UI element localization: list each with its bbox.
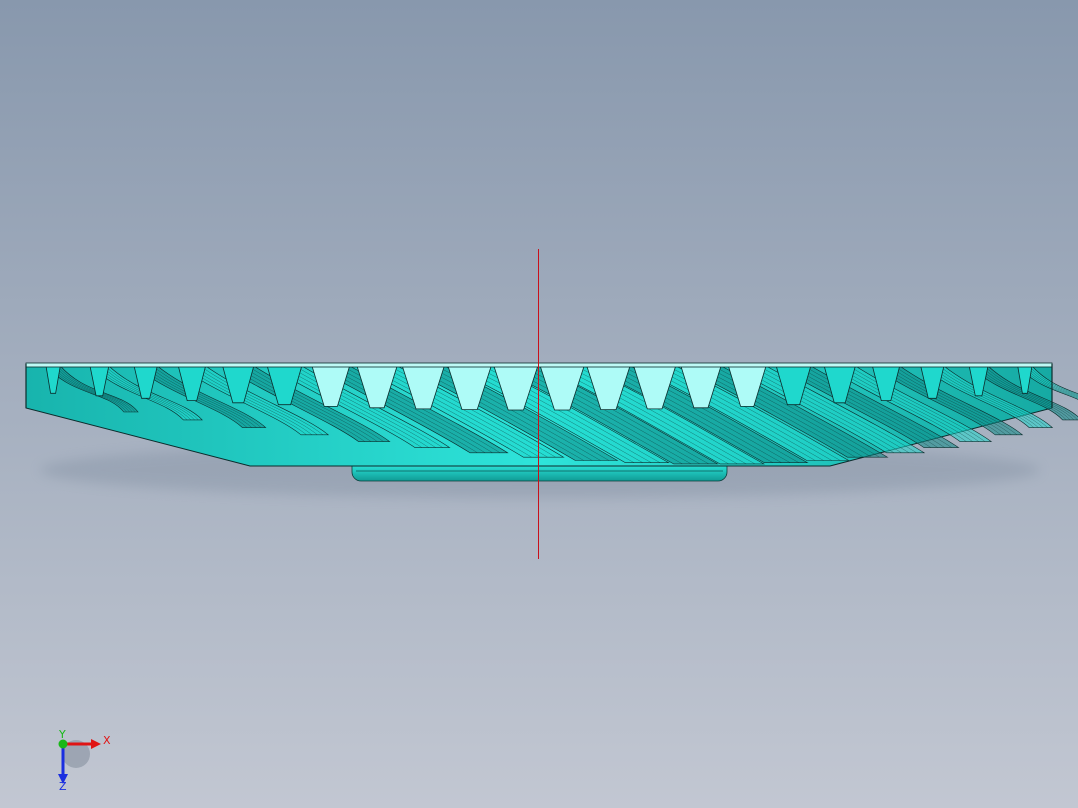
triad-y-label: Y: [58, 728, 66, 741]
graphics-viewport[interactable]: X Y Z: [0, 0, 1078, 808]
cad-scene[interactable]: X Y Z: [0, 0, 1078, 808]
triad-z-label: Z: [59, 780, 67, 793]
triad-x-label: X: [103, 734, 111, 747]
